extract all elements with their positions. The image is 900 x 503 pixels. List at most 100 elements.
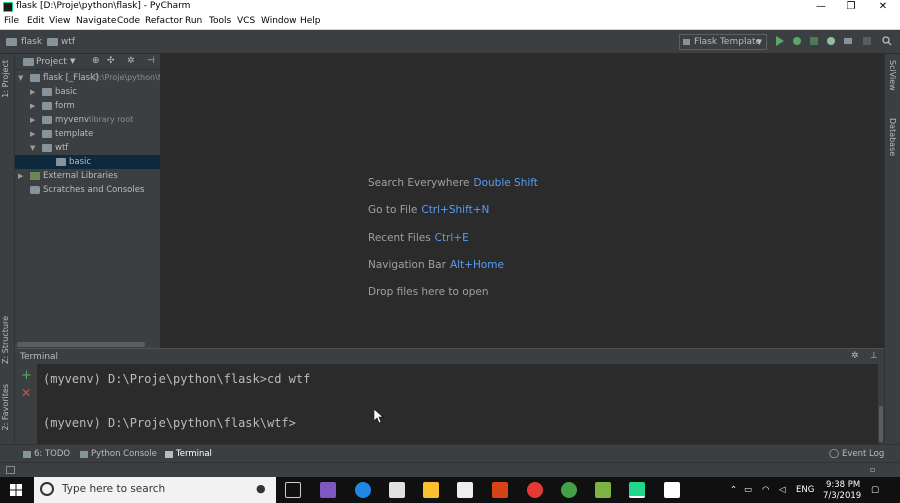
clock-date[interactable]: 7/3/2019	[823, 491, 861, 501]
wifi-icon[interactable]: ◠	[762, 485, 769, 495]
expand-arrow-icon[interactable]: ▶	[30, 99, 35, 113]
coverage-icon[interactable]	[809, 36, 819, 46]
tab-sciview[interactable]: SciView	[888, 60, 897, 91]
expand-arrow-icon[interactable]: ▶	[30, 113, 35, 127]
tree-item-basic[interactable]: ▶ basic	[15, 85, 160, 99]
tree-item-form[interactable]: ▶ form	[15, 99, 160, 113]
action-center-icon[interactable]: ▢	[871, 485, 879, 495]
menu-run[interactable]: Run	[185, 16, 202, 26]
tree-item-external-libraries[interactable]: ▶ External Libraries	[15, 169, 160, 183]
tree-item-wtf-basic[interactable]: basic	[15, 155, 160, 169]
tree-item-wtf[interactable]: ▼ wtf	[15, 141, 160, 155]
project-horizontal-scrollbar[interactable]	[17, 342, 145, 347]
mail-icon[interactable]	[389, 482, 405, 498]
menu-help[interactable]: Help	[300, 16, 321, 26]
stop-icon[interactable]	[862, 36, 872, 46]
project-view-select[interactable]: Project	[36, 57, 67, 67]
tab-todo[interactable]: 6: TODO	[34, 449, 70, 459]
taskbar-search-box[interactable]: Type here to search ●	[34, 477, 276, 503]
microphone-icon[interactable]: ●	[256, 482, 266, 495]
scroll-from-source-icon[interactable]: ⊕	[92, 56, 100, 66]
chevron-down-icon[interactable]: ▼	[70, 57, 75, 65]
expand-arrow-icon[interactable]: ▶	[30, 127, 35, 141]
store-icon[interactable]	[457, 482, 473, 498]
hide-panel-icon[interactable]: ⊣	[147, 56, 155, 66]
camtasia-icon[interactable]	[595, 482, 611, 498]
terminal-scrollbar-thumb[interactable]	[879, 406, 883, 442]
chrome-icon[interactable]	[561, 482, 577, 498]
hint-go-to-file: Go to File Ctrl+Shift+N	[368, 204, 489, 216]
breadcrumb-wtf[interactable]: wtf	[61, 37, 75, 47]
editor-area[interactable]: Search Everywhere Double Shift Go to File…	[160, 54, 884, 348]
menu-bar: File Edit View Navigate Code Refactor Ru…	[0, 14, 900, 30]
menu-refactor[interactable]: Refactor	[145, 16, 183, 26]
terminal-output[interactable]: (myvenv) D:\Proje\python\flask>cd wtf (m…	[37, 364, 878, 444]
clock-time[interactable]: 9:38 PM	[826, 480, 860, 490]
tree-item-myvenv[interactable]: ▶ myvenv library root	[15, 113, 160, 127]
run-configuration-select[interactable]: Flask Template ▼	[679, 34, 767, 50]
search-icon[interactable]	[882, 36, 892, 46]
visual-studio-icon[interactable]	[320, 482, 336, 498]
menu-window[interactable]: Window	[261, 16, 297, 26]
windows-start-icon[interactable]	[10, 484, 22, 496]
menu-view[interactable]: View	[49, 16, 70, 26]
terminal-app-icon[interactable]	[664, 482, 680, 498]
minimize-button[interactable]: —	[804, 0, 838, 14]
bottom-tool-tabs: 6: TODO Python Console Terminal ◯ Event …	[0, 444, 900, 462]
close-window-button[interactable]: ✕	[866, 0, 900, 14]
menu-navigate[interactable]: Navigate	[76, 16, 116, 26]
tree-item-label: wtf	[55, 143, 69, 153]
menu-tools[interactable]: Tools	[209, 16, 231, 26]
tree-item-template[interactable]: ▶ template	[15, 127, 160, 141]
language-indicator[interactable]: ENG	[796, 485, 814, 495]
folder-icon	[6, 38, 17, 46]
menu-edit[interactable]: Edit	[27, 16, 44, 26]
battery-icon[interactable]: ▭	[744, 485, 752, 495]
tool-windows-toggle-icon[interactable]	[6, 466, 15, 474]
expand-arrow-icon[interactable]: ▼	[18, 71, 23, 85]
gear-icon[interactable]: ✲	[127, 56, 135, 66]
powerpoint-icon[interactable]	[492, 482, 508, 498]
menu-vcs[interactable]: VCS	[237, 16, 255, 26]
terminal-scrollbar[interactable]	[878, 364, 884, 444]
hint-shortcut: Double Shift	[473, 177, 538, 189]
left-tool-strip: 1: Project Z: Structure 2: Favorites	[0, 54, 15, 462]
profile-icon[interactable]	[826, 36, 836, 46]
collapse-all-icon[interactable]: ✣	[107, 56, 115, 66]
expand-arrow-icon[interactable]: ▶	[30, 85, 35, 99]
tab-terminal[interactable]: Terminal	[176, 449, 212, 459]
tree-item-scratches[interactable]: Scratches and Consoles	[15, 183, 160, 197]
build-icon[interactable]	[843, 36, 853, 46]
opera-icon[interactable]	[527, 482, 543, 498]
debug-icon[interactable]	[792, 36, 802, 46]
gear-icon[interactable]: ✲	[851, 351, 859, 361]
tray-chevron-up-icon[interactable]: ⌃	[730, 485, 737, 495]
file-explorer-icon[interactable]	[423, 482, 439, 498]
windows-taskbar: Type here to search ● ⌃ ▭ ◠ ◁ ENG 9:38 P…	[0, 477, 900, 503]
tab-favorites[interactable]: 2: Favorites	[1, 384, 10, 430]
breadcrumb-flask[interactable]: flask	[21, 37, 42, 47]
close-session-icon[interactable]: ✕	[21, 386, 31, 400]
edge-icon[interactable]	[355, 482, 371, 498]
hide-panel-icon[interactable]: ⊥	[870, 351, 878, 361]
volume-icon[interactable]: ◁	[779, 485, 786, 495]
tab-event-log[interactable]: Event Log	[842, 449, 884, 459]
run-icon[interactable]	[775, 36, 785, 46]
tab-project[interactable]: 1: Project	[1, 60, 10, 98]
tree-item-flask[interactable]: ▼ flask [_Flask] D:\Proje\python\f	[15, 71, 160, 85]
pycharm-taskbar-icon[interactable]	[629, 482, 645, 498]
folder-icon	[47, 38, 58, 46]
menu-code[interactable]: Code	[117, 16, 140, 26]
new-session-icon[interactable]: +	[21, 368, 32, 383]
python-icon	[683, 39, 690, 45]
tree-item-label: basic	[55, 87, 78, 97]
tab-structure[interactable]: Z: Structure	[1, 316, 10, 364]
menu-file[interactable]: File	[4, 16, 19, 26]
todo-icon	[23, 451, 31, 458]
tab-python-console[interactable]: Python Console	[91, 449, 157, 459]
expand-arrow-icon[interactable]: ▶	[18, 169, 23, 183]
restore-button[interactable]: ❐	[834, 0, 868, 14]
task-view-icon[interactable]	[285, 482, 301, 498]
expand-arrow-icon[interactable]: ▼	[30, 141, 35, 155]
tab-database[interactable]: Database	[888, 118, 897, 156]
